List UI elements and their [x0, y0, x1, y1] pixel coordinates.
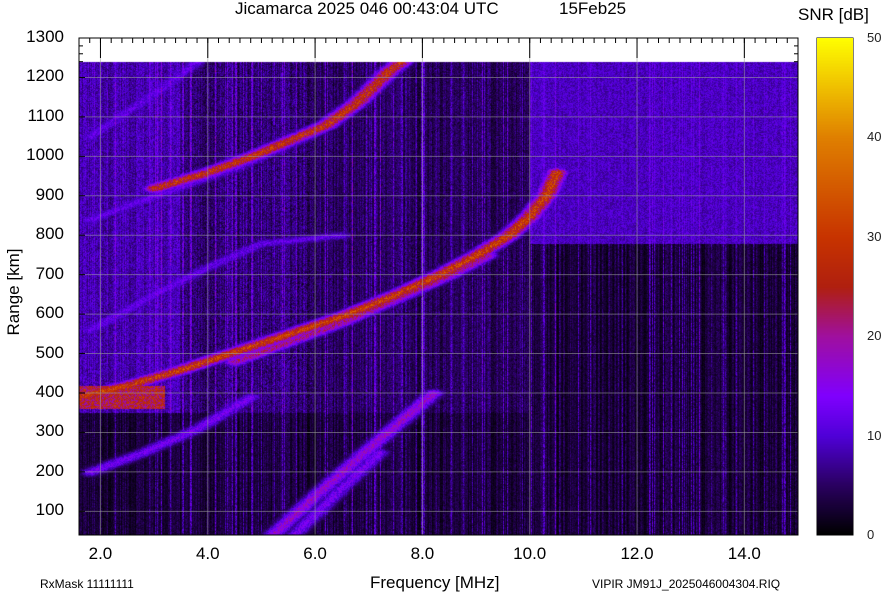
y-tick-label: 1300 [26, 27, 64, 46]
y-tick-label: 900 [35, 184, 64, 204]
colorbar-tick-label: 10 [867, 427, 882, 443]
x-tick-label: 8.0 [410, 544, 435, 563]
x-tick-label: 2.0 [88, 544, 113, 563]
x-tick-label: 10.0 [513, 544, 547, 563]
filename-label: VIPIR JM91J_2025046004304.RIQ [592, 577, 781, 591]
rxmask-label: RxMask 11111111 [40, 577, 134, 591]
y-tick-label: 200 [35, 460, 64, 480]
y-tick-label: 300 [35, 421, 64, 441]
x-tick-label: 12.0 [620, 544, 654, 563]
plot-frame [78, 37, 799, 536]
x-tick-label: 4.0 [195, 544, 220, 563]
y-tick-label: 1200 [26, 66, 64, 86]
y-tick-label: 1100 [27, 105, 64, 125]
ionogram-figure: Jicamarca 2025 046 00:43:04 UTC 15Feb25 … [0, 0, 884, 595]
y-axis-label: Range [km] [4, 248, 23, 336]
x-tick-label: 14.0 [727, 544, 761, 563]
colorbar-tick-label: 50 [867, 30, 882, 45]
colorbar-tick-label: 0 [867, 527, 875, 542]
plot-axes [78, 37, 854, 536]
y-tick-label: 500 [35, 342, 64, 362]
y-tick-label: 1000 [26, 145, 64, 165]
x-axis-label: Frequency [MHz] [370, 573, 500, 592]
colorbar-tick-label: 40 [867, 129, 882, 145]
y-tick-label: 100 [35, 500, 64, 520]
colorbar-tick-label: 30 [867, 228, 882, 244]
colorbar-tick-label: 20 [867, 328, 882, 344]
colorbar [817, 38, 853, 535]
y-tick-label: 400 [35, 382, 64, 401]
x-tick-label: 6.0 [303, 544, 327, 563]
